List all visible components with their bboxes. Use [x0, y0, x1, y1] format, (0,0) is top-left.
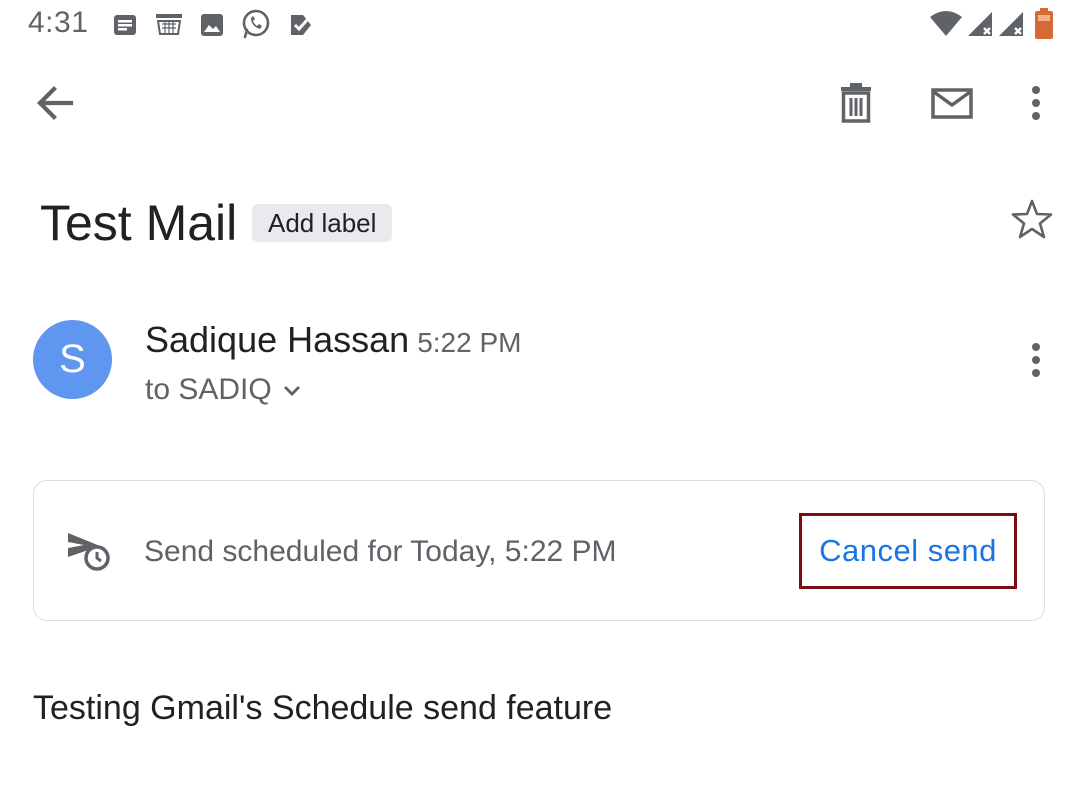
signal-icon	[997, 10, 1025, 38]
recipient-toggle[interactable]: to SADIQ	[145, 370, 302, 410]
mark-unread-button[interactable]	[920, 71, 984, 135]
email-view: 4:31 Test Mail Add label S Sadique Hassa…	[0, 0, 1080, 789]
star-button[interactable]	[1008, 196, 1056, 244]
email-subject: Test Mail	[40, 195, 238, 251]
more-options-button[interactable]	[1004, 71, 1068, 135]
more-vert-icon	[1004, 71, 1068, 135]
back-button[interactable]	[23, 71, 87, 135]
sent-time: 5:22 PM	[417, 327, 522, 358]
tasks-icon	[288, 12, 314, 38]
delete-icon	[824, 71, 888, 135]
arrow-back-icon	[23, 71, 87, 135]
signal-icon	[966, 10, 994, 38]
email-body: Testing Gmail's Schedule send feature	[33, 689, 613, 727]
add-label-chip[interactable]: Add label	[252, 204, 393, 242]
chevron-down-icon	[272, 373, 302, 406]
battery-icon	[1034, 8, 1054, 40]
schedule-send-icon	[66, 531, 112, 578]
mark-unread-icon	[920, 71, 984, 135]
gallery-icon	[199, 12, 225, 38]
sender-name: Sadique Hassan	[145, 319, 410, 360]
status-time: 4:31	[28, 6, 89, 39]
star-icon	[1008, 199, 1056, 248]
scheduled-send-card: Send scheduled for Today, 5:22 PM Cancel…	[33, 480, 1045, 621]
sender-avatar[interactable]: S	[33, 320, 112, 399]
amazon-icon	[154, 12, 184, 38]
message-icon	[112, 12, 138, 38]
more-vert-icon	[1012, 343, 1060, 388]
sender-line: Sadique Hassan 5:22 PM	[145, 318, 521, 365]
wifi-icon	[929, 10, 963, 38]
whatsapp-icon	[240, 8, 272, 40]
recipient-label: to SADIQ	[145, 373, 272, 406]
cancel-send-button[interactable]: Cancel send	[799, 513, 1017, 589]
delete-button[interactable]	[824, 71, 888, 135]
message-more-button[interactable]	[1012, 336, 1060, 384]
status-bar: 4:31	[0, 0, 1080, 50]
scheduled-text: Send scheduled for Today, 5:22 PM	[144, 535, 617, 568]
